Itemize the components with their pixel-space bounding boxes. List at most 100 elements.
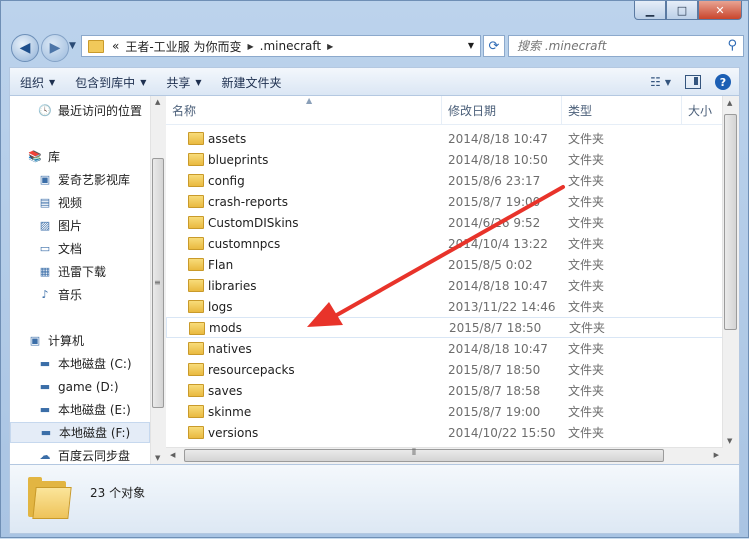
chevron-right-icon[interactable]: ▶ (248, 42, 254, 51)
file-row[interactable]: customnpcs 2014/10/4 13:22 文件夹 (166, 233, 723, 254)
breadcrumb-overflow[interactable]: « (112, 39, 119, 53)
file-row[interactable]: natives 2014/8/18 10:47 文件夹 (166, 338, 723, 359)
pictures-icon: ▨ (39, 219, 51, 232)
file-name: assets (208, 131, 247, 146)
nav-item[interactable]: ▬ 本地磁盘 (F:) (10, 422, 150, 443)
refresh-button[interactable]: ⟳ (483, 35, 505, 57)
column-header-size[interactable]: 大小 (682, 96, 723, 124)
file-row[interactable]: Flan 2015/8/5 0:02 文件夹 (166, 254, 723, 275)
column-header-name[interactable]: 名称 (166, 96, 442, 124)
nav-item[interactable]: ☁ 百度云同步盘 (10, 445, 150, 464)
nav-item[interactable]: ▭ 文档 (10, 238, 150, 259)
nav-item[interactable]: ▨ 图片 (10, 215, 150, 236)
include-in-library-label: 包含到库中 (75, 75, 136, 90)
file-type: 文件夹 (568, 384, 605, 398)
search-input[interactable] (515, 38, 719, 54)
file-row[interactable]: resourcepacks 2015/8/7 18:50 文件夹 (166, 359, 723, 380)
file-row[interactable]: CustomDISkins 2014/6/26 9:52 文件夹 (166, 212, 723, 233)
navigation-row: ◀ ▶ ▼ « 王者-工业服 为你而变 ▶ .minecraft ▶ ▼ ⟳ ⚲ (9, 33, 744, 62)
close-button[interactable]: ✕ (698, 1, 742, 20)
nav-item-label: 最近访问的位置 (58, 104, 143, 118)
nav-item[interactable]: ▣ 计算机 (10, 330, 150, 351)
file-row[interactable]: libraries 2014/8/18 10:47 文件夹 (166, 275, 723, 296)
new-folder-button[interactable]: 新建文件夹 (212, 74, 292, 91)
file-type: 文件夹 (568, 300, 605, 314)
view-options-button[interactable]: ☷ ▼ (650, 75, 671, 89)
file-row[interactable]: blueprints 2014/8/18 10:50 文件夹 (166, 149, 723, 170)
file-row[interactable]: logs 2013/11/22 14:46 文件夹 (166, 296, 723, 317)
nav-item-label: 图片 (58, 219, 83, 233)
scroll-down-icon[interactable]: ▼ (155, 454, 160, 462)
minimize-icon: ▁ (645, 3, 655, 17)
nav-item[interactable]: ▣ 爱奇艺影视库 (10, 169, 150, 190)
recent-pages-dropdown[interactable]: ▼ (69, 41, 76, 51)
file-name: natives (208, 341, 252, 356)
help-icon[interactable]: ? (715, 74, 731, 90)
file-name: crash-reports (208, 194, 288, 209)
system-drive-icon: ▬ (39, 357, 51, 370)
file-modified: 2015/8/7 19:00 (448, 194, 541, 209)
nav-scrollbar[interactable]: ▲ ≡ ▼ (150, 96, 166, 464)
organize-button[interactable]: 组织 ▼ (10, 74, 65, 91)
file-row[interactable]: crash-reports 2015/8/7 19:00 文件夹 (166, 191, 723, 212)
file-modified: 2015/8/7 18:58 (448, 383, 541, 398)
view-list-icon: ☷ (650, 75, 661, 89)
file-type: 文件夹 (568, 363, 605, 377)
column-header-type[interactable]: 类型 (562, 96, 682, 124)
file-list-scrollbar[interactable]: ▲ ▼ (722, 96, 739, 448)
nav-item[interactable]: 🕓 最近访问的位置 (10, 100, 150, 121)
scroll-down-icon[interactable]: ▼ (727, 437, 732, 445)
file-modified: 2014/10/22 15:50 (448, 425, 556, 440)
nav-item[interactable]: ▬ 本地磁盘 (E:) (10, 399, 150, 420)
file-row[interactable]: versions 2014/10/22 15:50 文件夹 (166, 422, 723, 443)
folder-icon (188, 279, 204, 292)
file-modified: 2015/8/7 18:50 (448, 362, 541, 377)
chevron-right-icon[interactable]: ▶ (327, 42, 333, 51)
file-row[interactable]: mods 2015/8/7 18:50 文件夹 (166, 317, 723, 338)
file-type: 文件夹 (568, 174, 605, 188)
chevron-down-icon: ▼ (664, 77, 671, 87)
nav-item[interactable]: ♪ 音乐 (10, 284, 150, 305)
file-row[interactable]: saves 2015/8/7 18:58 文件夹 (166, 380, 723, 401)
nav-item[interactable]: ▬ 本地磁盘 (C:) (10, 353, 150, 374)
file-type: 文件夹 (568, 237, 605, 251)
file-name: libraries (208, 278, 257, 293)
share-button[interactable]: 共享 ▼ (156, 74, 211, 91)
horizontal-scrollbar[interactable]: ◀ ⦀ ▶ (166, 447, 723, 464)
file-type: 文件夹 (568, 153, 605, 167)
address-bar[interactable]: « 王者-工业服 为你而变 ▶ .minecraft ▶ ▼ (81, 35, 481, 57)
scroll-left-icon[interactable]: ◀ (170, 451, 175, 459)
file-row[interactable]: skinme 2015/8/7 19:00 文件夹 (166, 401, 723, 422)
search-box[interactable]: ⚲ (508, 35, 744, 57)
breadcrumb-item[interactable]: 王者-工业服 为你而变 (125, 38, 241, 55)
folder-icon (188, 363, 204, 376)
folder-icon (188, 300, 204, 313)
include-in-library-button[interactable]: 包含到库中 ▼ (65, 74, 156, 91)
file-name: resourcepacks (208, 362, 295, 377)
nav-item[interactable]: ▤ 视频 (10, 192, 150, 213)
nav-item[interactable]: 📚 库 (10, 146, 150, 167)
back-button[interactable]: ◀ (11, 34, 39, 62)
nav-item[interactable]: ▦ 迅雷下载 (10, 261, 150, 282)
file-name: config (208, 173, 245, 188)
file-modified: 2015/8/5 0:02 (448, 257, 533, 272)
search-icon[interactable]: ⚲ (727, 38, 737, 53)
horizontal-scroll-thumb[interactable] (184, 449, 664, 462)
nav-item[interactable]: ▬ game (D:) (10, 376, 150, 397)
column-header-modified[interactable]: 修改日期 (442, 96, 562, 124)
file-row[interactable]: assets 2014/8/18 10:47 文件夹 (166, 128, 723, 149)
address-dropdown-icon[interactable]: ▼ (468, 41, 474, 50)
details-pane: 23 个对象 (9, 464, 740, 534)
maximize-button[interactable]: □ (666, 1, 698, 20)
drive-icon: ▬ (39, 403, 51, 416)
breadcrumb-item[interactable]: .minecraft (260, 39, 321, 53)
preview-pane-icon[interactable] (685, 75, 701, 89)
scroll-up-icon[interactable]: ▲ (155, 98, 160, 106)
file-row[interactable]: config 2015/8/6 23:17 文件夹 (166, 170, 723, 191)
navigation-pane: 🕓 最近访问的位置 📚 库 ▣ 爱奇艺影视库 ▤ 视频 ▨ 图片 ▭ 文档 ▦ 迅雷下载 ♪ 音乐 ▣ 计算机 ▬ 本… (10, 96, 150, 464)
file-list-scroll-thumb[interactable] (724, 114, 737, 330)
minimize-button[interactable]: ▁ (634, 1, 666, 20)
scroll-up-icon[interactable]: ▲ (727, 99, 732, 107)
scroll-right-icon[interactable]: ▶ (714, 451, 719, 459)
forward-button[interactable]: ▶ (41, 34, 69, 62)
